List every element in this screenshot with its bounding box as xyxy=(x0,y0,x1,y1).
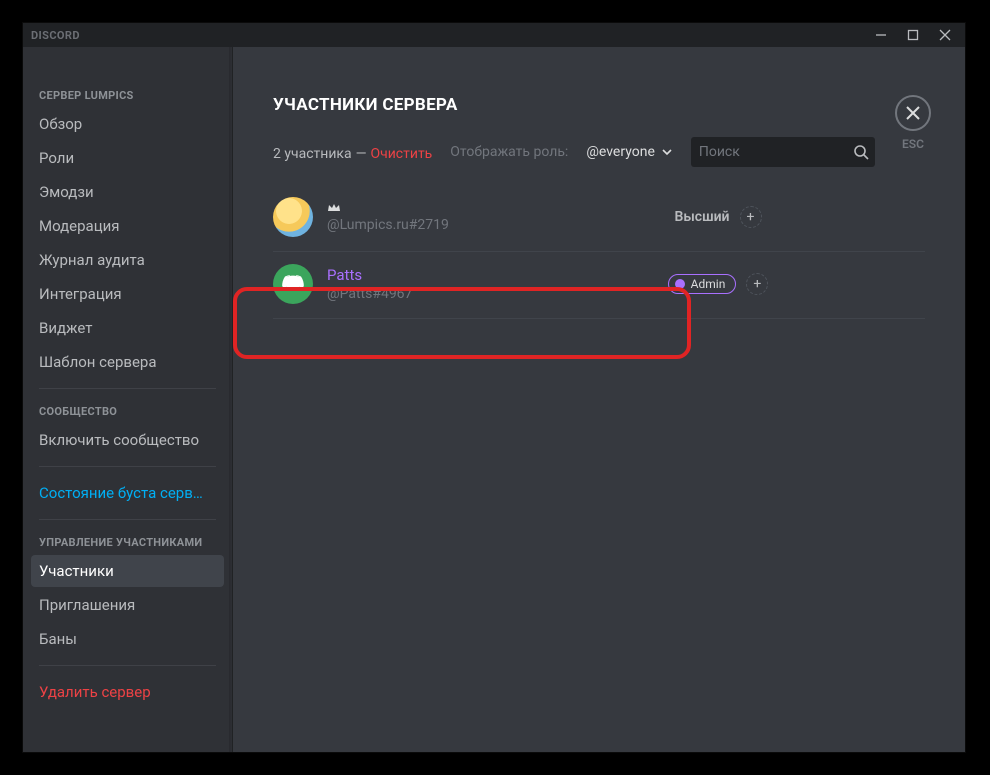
close-icon xyxy=(905,105,921,121)
sidebar-item-invites[interactable]: Приглашения xyxy=(31,589,224,621)
member-count-group: 2 участника — Очистить xyxy=(273,143,432,162)
filter-row: 2 участника — Очистить Отображать роль: … xyxy=(273,137,925,167)
sidebar-divider xyxy=(39,388,216,389)
sidebar-item-emoji[interactable]: Эмодзи xyxy=(31,176,224,208)
sidebar-item-delete-server[interactable]: Удалить сервер xyxy=(31,676,224,708)
member-tag: @Lumpics.ru#2719 xyxy=(327,217,497,233)
search-input[interactable] xyxy=(691,137,875,167)
settings-content: ESC УЧАСТНИКИ СЕРВЕРА 2 участника — Очис… xyxy=(233,47,965,752)
member-row[interactable]: Patts @Patts#4967 Admin + xyxy=(273,252,925,319)
titlebar: DISCORD xyxy=(23,23,965,47)
search-icon xyxy=(853,144,869,160)
members-list: @Lumpics.ru#2719 Высший + Patts @Patts#4… xyxy=(273,185,925,319)
member-row[interactable]: @Lumpics.ru#2719 Высший + xyxy=(273,185,925,252)
member-count: 2 участника xyxy=(273,146,352,162)
close-icon xyxy=(939,29,951,41)
maximize-icon xyxy=(907,29,919,41)
minimize-button[interactable] xyxy=(867,25,895,45)
member-info: @Lumpics.ru#2719 xyxy=(327,201,497,233)
page-title: УЧАСТНИКИ СЕРВЕРА xyxy=(273,95,925,115)
sidebar-divider xyxy=(39,466,216,467)
sidebar-item-widget[interactable]: Виджет xyxy=(31,312,224,344)
sidebar-divider xyxy=(39,519,216,520)
sidebar-section-community: СООБЩЕСТВО xyxy=(31,399,224,424)
role-filter-select[interactable]: @everyone xyxy=(586,144,673,160)
role-color-dot xyxy=(675,279,685,289)
role-pill[interactable]: Admin xyxy=(668,274,737,294)
app-body: СЕРВЕР LUMPICS Обзор Роли Эмодзи Модерац… xyxy=(23,47,965,752)
member-roles: Высший + xyxy=(511,206,925,228)
close-window-button[interactable] xyxy=(931,25,959,45)
sidebar-section-server: СЕРВЕР LUMPICS xyxy=(31,83,224,108)
chevron-down-icon xyxy=(661,146,673,158)
dash: — xyxy=(356,146,367,162)
minimize-icon xyxy=(875,29,887,41)
member-roles: Admin + xyxy=(511,273,925,295)
crown-icon xyxy=(327,201,341,215)
app-window: DISCORD СЕРВЕР LUMPICS Обзор Роли Эмодзи… xyxy=(22,22,966,753)
sidebar-item-overview[interactable]: Обзор xyxy=(31,108,224,140)
sidebar-item-members[interactable]: Участники xyxy=(31,555,224,587)
sidebar-item-bans[interactable]: Баны xyxy=(31,623,224,655)
app-title: DISCORD xyxy=(31,29,80,42)
add-role-button[interactable]: + xyxy=(740,206,762,228)
discord-icon xyxy=(281,272,305,296)
member-tag: @Patts#4967 xyxy=(327,286,497,302)
add-role-button[interactable]: + xyxy=(746,273,768,295)
maximize-button[interactable] xyxy=(899,25,927,45)
sidebar-item-enable-community[interactable]: Включить сообщество xyxy=(31,424,224,456)
esc-label: ESC xyxy=(902,137,924,151)
sidebar-item-audit-log[interactable]: Журнал аудита xyxy=(31,244,224,276)
close-settings-button[interactable]: ESC xyxy=(895,95,931,151)
avatar xyxy=(273,264,313,304)
clear-filter-link[interactable]: Очистить xyxy=(370,146,432,162)
search-wrap xyxy=(691,137,875,167)
member-info: Patts @Patts#4967 xyxy=(327,266,497,302)
role-name: Admin xyxy=(691,277,726,291)
sidebar-divider xyxy=(39,665,216,666)
settings-sidebar: СЕРВЕР LUMPICS Обзор Роли Эмодзи Модерац… xyxy=(23,47,233,752)
sidebar-item-boost-status[interactable]: Состояние буста серв… xyxy=(31,477,224,509)
window-controls xyxy=(867,25,959,45)
member-name: Patts xyxy=(327,266,497,284)
avatar xyxy=(273,197,313,237)
role-filter-value: @everyone xyxy=(586,144,655,160)
sidebar-item-integrations[interactable]: Интеграция xyxy=(31,278,224,310)
role-filter-label: Отображать роль: xyxy=(450,144,568,160)
sidebar-item-moderation[interactable]: Модерация xyxy=(31,210,224,242)
sidebar-item-roles[interactable]: Роли xyxy=(31,142,224,174)
member-name xyxy=(327,201,497,215)
sidebar-section-user-management: УПРАВЛЕНИЕ УЧАСТНИКАМИ xyxy=(31,530,224,555)
sidebar-item-template[interactable]: Шаблон сервера xyxy=(31,346,224,378)
highest-role-label: Высший xyxy=(674,209,729,225)
